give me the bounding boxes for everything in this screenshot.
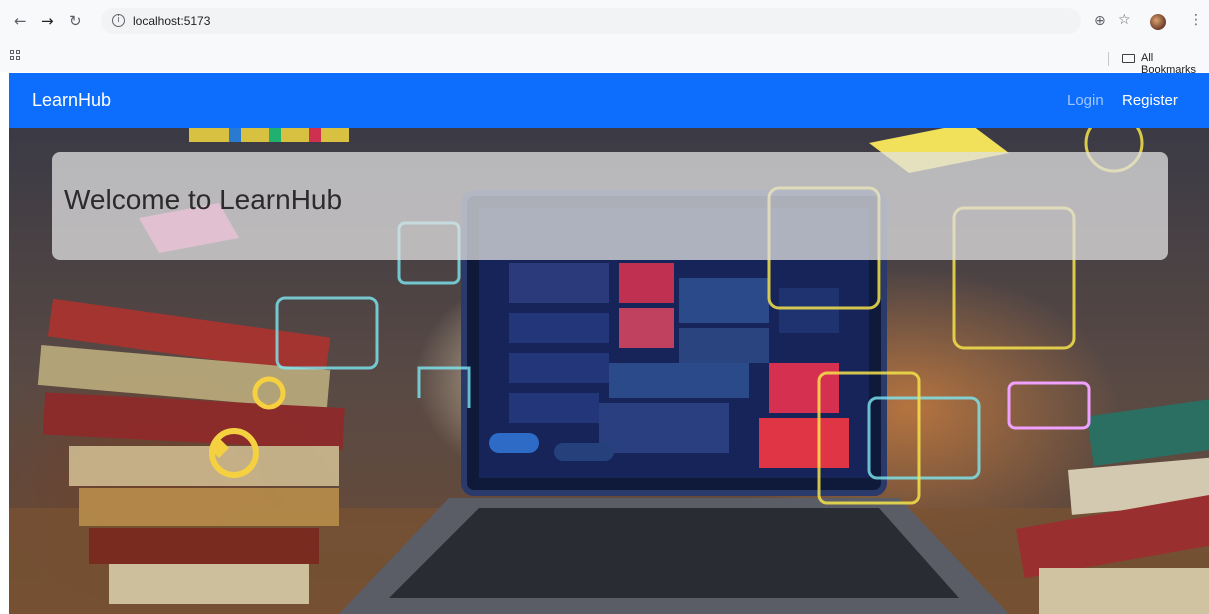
bookmark-star-icon[interactable]: ☆ (1118, 12, 1131, 28)
login-link[interactable]: Login (1067, 92, 1104, 109)
browser-toolbar: ← → ↻ i localhost:5173 ⊕ ☆ ⋮ (0, 0, 1209, 49)
address-bar[interactable]: i localhost:5173 (101, 8, 1081, 34)
reload-icon[interactable]: ↻ (69, 14, 82, 29)
apps-grid-icon[interactable] (10, 50, 22, 62)
hero-section: Welcome to LearnHub (9, 128, 1209, 614)
brand-logo[interactable]: LearnHub (32, 90, 111, 111)
hero-title: Welcome to LearnHub (64, 184, 343, 215)
welcome-card: Welcome to LearnHub (52, 152, 1168, 260)
site-info-icon[interactable]: i (112, 14, 125, 27)
app-navbar: LearnHub Login Register (9, 73, 1209, 128)
profile-avatar[interactable] (1150, 14, 1166, 30)
forward-icon[interactable]: → (41, 14, 54, 29)
folder-icon[interactable] (1122, 54, 1135, 63)
bookmarks-separator (1108, 52, 1109, 66)
bookmarks-bar (0, 48, 1209, 72)
address-row: ← → ↻ i localhost:5173 ⊕ ☆ ⋮ (0, 6, 1209, 36)
url-text: localhost:5173 (133, 14, 211, 28)
menu-kebab-icon[interactable]: ⋮ (1189, 12, 1203, 28)
back-icon[interactable]: ← (14, 14, 27, 29)
zoom-icon[interactable]: ⊕ (1094, 13, 1106, 29)
register-link[interactable]: Register (1122, 92, 1178, 109)
